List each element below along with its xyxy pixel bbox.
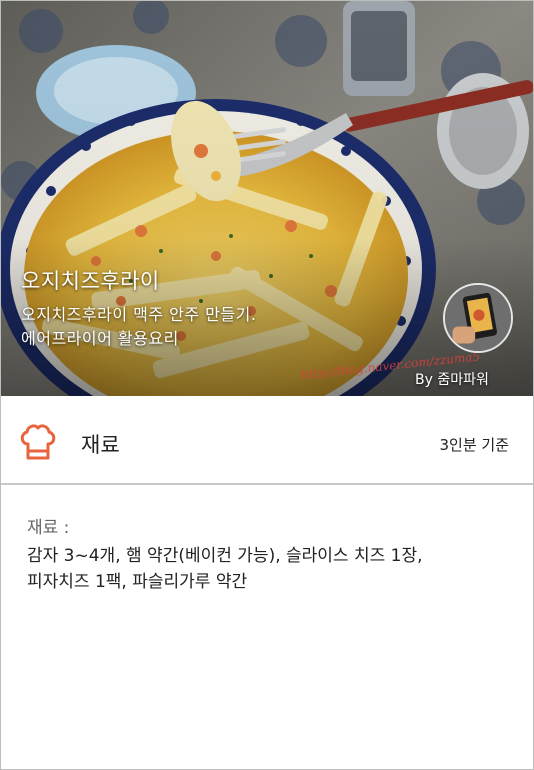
recipe-subtitle-line: 오지치즈후라이 맥주 안주 만들기. xyxy=(21,305,257,324)
ingredients-line: 피자치즈 1팩, 파슬리가루 약간 xyxy=(27,572,248,592)
recipe-subtitle-line: 에어프라이어 활용요리 xyxy=(21,329,179,348)
serving-size: 3인분 기준 xyxy=(439,436,509,454)
ingredients-header: 재료 3인분 기준 xyxy=(1,396,533,484)
ingredients-body: 재료 : 감자 3~4개, 햄 약간(베이컨 가능), 슬라이스 치즈 1장, … xyxy=(1,485,533,769)
ingredients-line: 감자 3~4개, 햄 약간(베이컨 가능), 슬라이스 치즈 1장, xyxy=(27,546,423,566)
avatar-image xyxy=(445,285,511,351)
author-byline: By 줌마파워 xyxy=(415,369,489,389)
author-avatar[interactable] xyxy=(443,283,513,353)
ingredients-label: 재료 : xyxy=(27,518,70,538)
recipe-subtitle: 오지치즈후라이 맥주 안주 만들기. 에어프라이어 활용요리 xyxy=(21,303,256,351)
hero-photo: http://blog.naver.com/zzuma5 오지치즈후라이 오지치… xyxy=(1,1,533,396)
ingredients-list: 감자 3~4개, 햄 약간(베이컨 가능), 슬라이스 치즈 1장, 피자치즈 … xyxy=(27,543,517,595)
ingredients-title: 재료 xyxy=(81,433,120,457)
recipe-page: http://blog.naver.com/zzuma5 오지치즈후라이 오지치… xyxy=(0,0,534,770)
recipe-title: 오지치즈후라이 xyxy=(21,269,160,293)
chef-hat-icon xyxy=(20,424,56,460)
author-name[interactable]: 줌마파워 xyxy=(437,372,489,388)
author-prefix: By xyxy=(415,372,433,388)
